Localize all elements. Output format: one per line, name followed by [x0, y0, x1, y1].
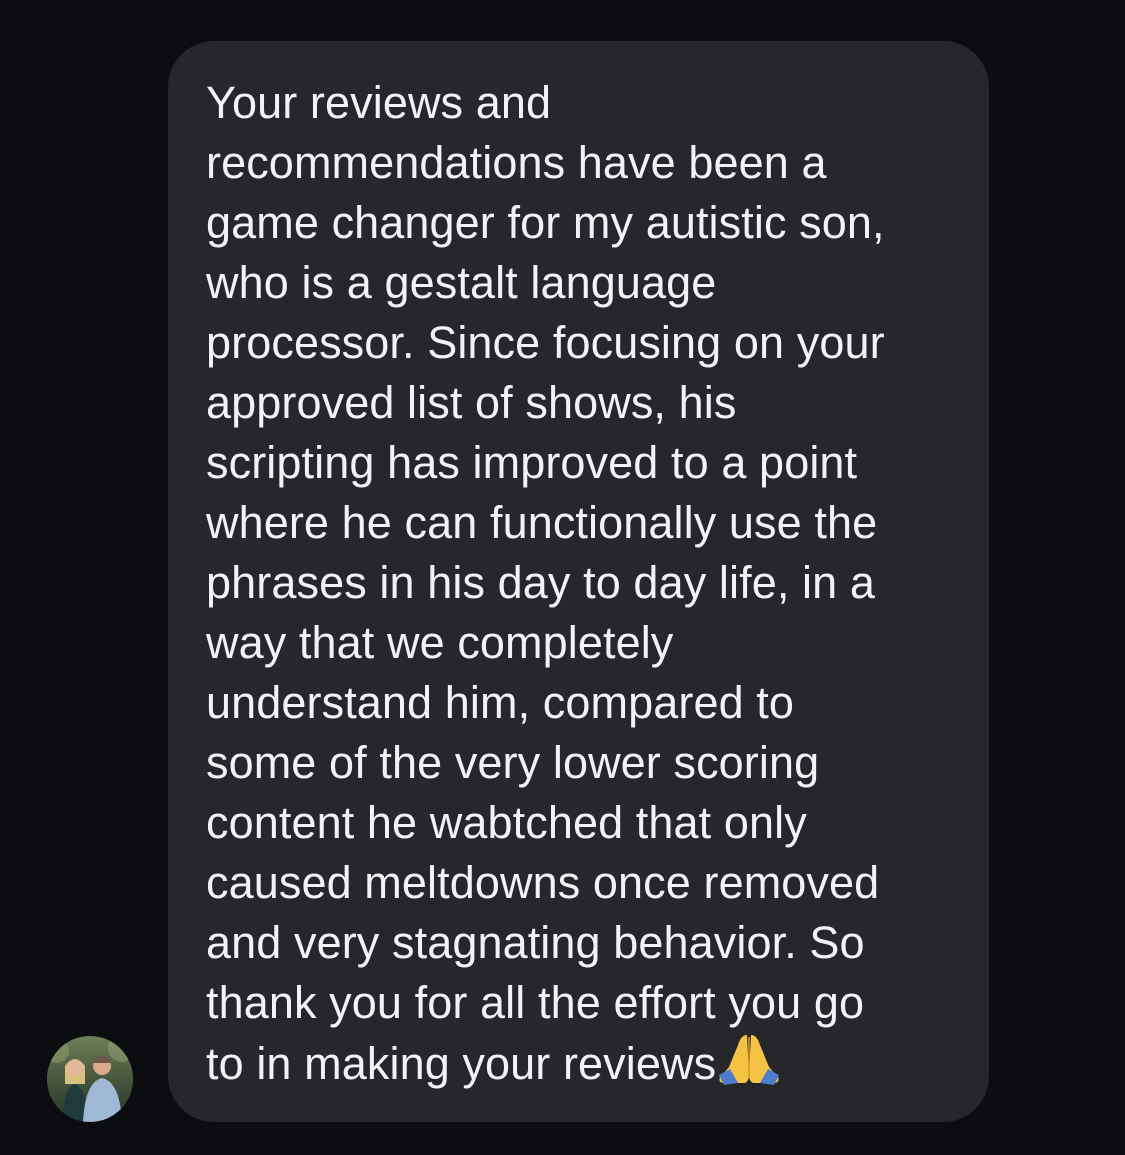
message-line-text: to in making your reviews [206, 1038, 717, 1089]
profile-photo-icon [47, 1036, 133, 1122]
message-line: and very stagnating behavior. So [206, 917, 865, 968]
message-line: scripting has improved to a point [206, 437, 858, 488]
message-line-last: to in making your reviews [206, 1033, 976, 1094]
message-line: content he wabtched that only [206, 797, 807, 848]
message-line: some of the very lower scoring [206, 737, 820, 788]
message-line: Your reviews and [206, 77, 552, 128]
message-text: Your reviews and recommendations have be… [206, 73, 976, 1094]
message-line: understand him, compared to [206, 677, 795, 728]
message-line: game changer for my autistic son, [206, 197, 885, 248]
message-line: recommendations have been a [206, 137, 827, 188]
message-thread: Your reviews and recommendations have be… [0, 0, 1125, 1155]
message-line: approved list of shows, his [206, 377, 737, 428]
folded-hands-icon [719, 1035, 780, 1085]
message-bubble[interactable]: Your reviews and recommendations have be… [168, 41, 989, 1122]
message-line: phrases in his day to day life, in a [206, 557, 875, 608]
message-line: caused meltdowns once removed [206, 857, 880, 908]
message-line: processor. Since focusing on your [206, 317, 885, 368]
sender-avatar[interactable] [47, 1036, 133, 1122]
message-line: thank you for all the effort you go [206, 977, 865, 1028]
message-line: who is a gestalt language [206, 257, 717, 308]
message-line: where he can functionally use the [206, 497, 878, 548]
message-line: way that we completely [206, 617, 674, 668]
